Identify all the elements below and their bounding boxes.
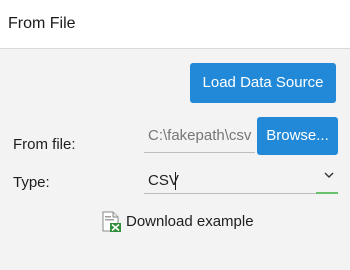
select-underline <box>144 193 316 194</box>
select-focus-accent <box>316 192 338 194</box>
csv-file-icon <box>102 211 121 232</box>
browse-button[interactable]: Browse... <box>257 117 338 155</box>
panel-title: From File <box>8 15 76 32</box>
download-example-label: Download example <box>126 213 254 230</box>
load-data-source-button[interactable]: Load Data Source <box>190 63 336 103</box>
chevron-down-icon[interactable] <box>324 171 334 179</box>
file-path-value: C:\fakepath\csv <box>148 127 252 144</box>
type-label: Type: <box>13 174 50 191</box>
from-file-label: From file: <box>13 136 76 153</box>
text-caret <box>175 172 176 190</box>
file-path-input[interactable]: C:\fakepath\csv <box>144 119 255 153</box>
panel-header: From File <box>0 0 350 49</box>
type-select[interactable]: CSV <box>144 166 338 194</box>
